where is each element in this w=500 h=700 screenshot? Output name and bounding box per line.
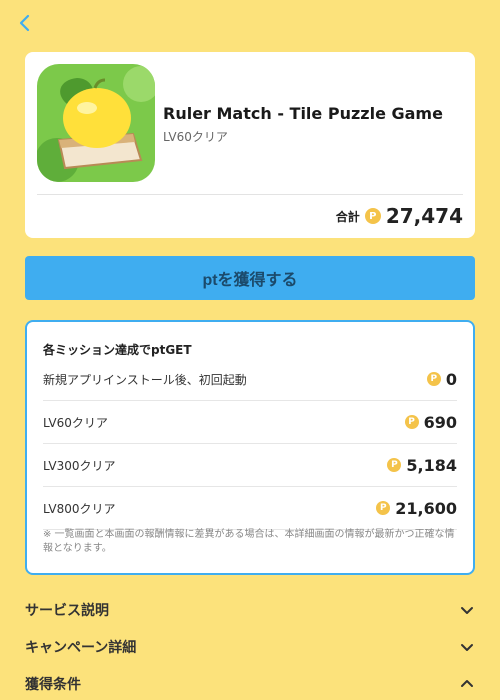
total-points: 合計 P 27,474 <box>336 204 463 228</box>
disclaimer-note: ※ 一覧画面と本画面の報酬情報に差異がある場合は、本詳細画面の情報が最新かつ正確… <box>43 529 455 554</box>
missions-panel: 各ミッション達成でptGET 新規アプリインストール後、初回起動 P0 LV60… <box>25 320 475 575</box>
mission-row: 新規アプリインストール後、初回起動 P0 <box>43 358 457 401</box>
app-card: Ruler Match - Tile Puzzle Game LV60クリア 合… <box>25 52 475 238</box>
total-value: 27,474 <box>385 204 463 228</box>
mission-row: LV800クリア P 21,600 <box>43 487 457 530</box>
divider <box>37 194 463 195</box>
coin-icon: P <box>376 501 391 515</box>
mission-row: LV60クリア P 690 <box>43 401 457 444</box>
mission-label: LV60クリア <box>43 415 108 430</box>
app-subtitle: LV60クリア <box>163 130 228 144</box>
coin-icon: P <box>387 458 402 472</box>
chevron-down-icon <box>461 644 473 651</box>
accordion-label: サービス説明 <box>25 603 109 619</box>
total-label: 合計 <box>335 209 360 224</box>
chevron-down-icon <box>461 607 473 614</box>
chevron-left-icon <box>19 14 30 32</box>
mission-points: 690 <box>423 412 457 432</box>
mission-points: 21,600 <box>395 498 457 518</box>
app-title: Ruler Match - Tile Puzzle Game <box>163 104 443 123</box>
chevron-up-icon <box>461 680 473 687</box>
coin-icon: P <box>426 372 441 386</box>
mission-row: LV300クリア P 5,184 <box>43 444 457 487</box>
back-button[interactable] <box>14 12 36 34</box>
mission-label: LV800クリア <box>43 501 116 516</box>
accordion-service-description[interactable]: サービス説明 <box>25 599 475 621</box>
coin-icon: P <box>364 208 381 224</box>
get-points-button[interactable]: ptを獲得する <box>25 256 475 300</box>
app-icon[interactable] <box>37 64 155 182</box>
mission-label: LV300クリア <box>43 458 116 473</box>
missions-heading: 各ミッション達成でptGET <box>43 343 192 357</box>
accordion-acquisition-conditions[interactable]: 獲得条件 <box>25 673 475 695</box>
mission-points: 5,184 <box>406 455 457 475</box>
mission-points: 0 <box>445 369 457 389</box>
accordion-campaign-details[interactable]: キャンペーン詳細 <box>25 636 475 658</box>
mission-label: 新規アプリインストール後、初回起動 <box>43 372 247 387</box>
accordion-label: 獲得条件 <box>25 677 81 693</box>
accordion-label: キャンペーン詳細 <box>25 640 137 656</box>
coin-icon: P <box>404 415 419 429</box>
